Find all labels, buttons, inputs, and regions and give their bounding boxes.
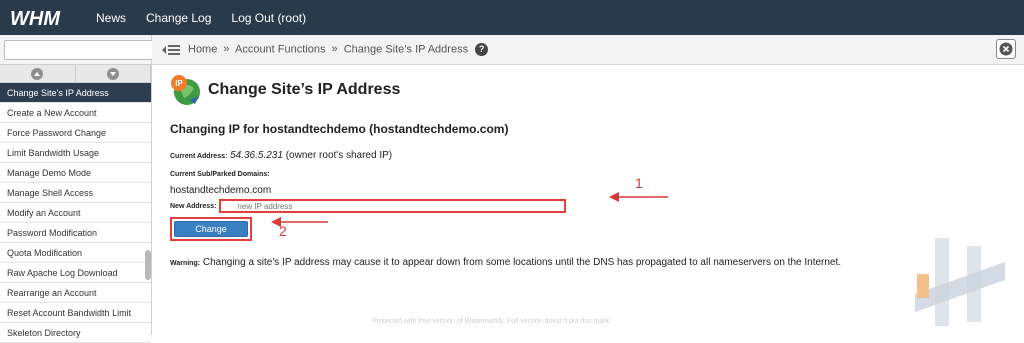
annotation-arrows [271,192,668,227]
annotation-label-one: 1 [635,175,643,191]
watermark-text: Protected with free version of Watermark… [372,318,612,325]
annotation-label-two: 2 [279,223,287,239]
arrow-one-icon [609,192,668,202]
hostandtech-logo [915,238,1005,326]
